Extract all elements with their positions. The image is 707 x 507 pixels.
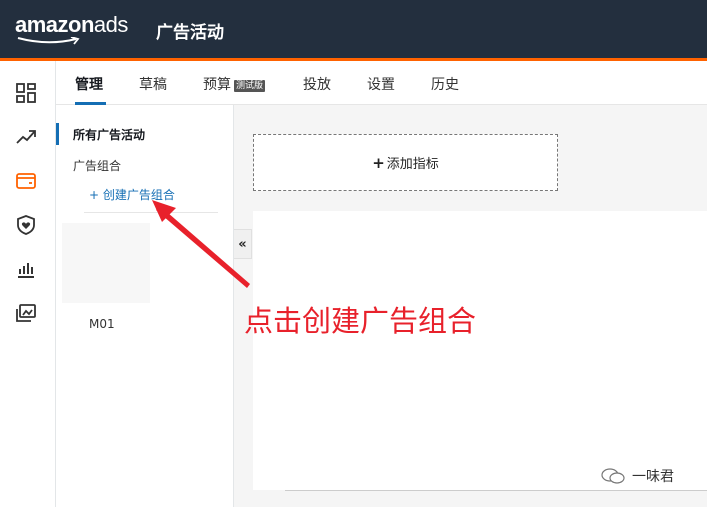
add-metric-button[interactable]: + 添加指标 [253,134,558,191]
create-ad-group-link[interactable]: + 创建广告组合 [89,186,175,203]
panel-active-indicator [56,123,59,145]
all-campaigns-link[interactable]: 所有广告活动 [73,126,145,143]
thumbnail-label: M01 [89,317,115,331]
tab-budgets[interactable]: 预算 测试版 [203,74,266,94]
campaign-icon[interactable] [14,169,38,193]
shield-heart-icon[interactable] [14,213,38,237]
tab-settings[interactable]: 设置 [367,74,395,94]
chart-card [253,211,707,490]
amazon-smile-icon [17,37,80,45]
bottom-divider [285,490,707,491]
watermark-text: 一味君 [632,469,674,485]
tab-bar: 管理 草稿 预算 测试版 投放 设置 历史 [56,61,707,105]
watermark: 一味君 [600,466,674,486]
panel-divider [84,212,218,213]
amazon-ads-logo[interactable]: amazonads [15,12,128,38]
tab-targeting[interactable]: 投放 [303,74,331,94]
collapse-panel-button[interactable]: « [234,229,252,259]
beta-badge: 测试版 [234,80,266,92]
plus-icon: + [372,153,385,172]
dashboard-icon[interactable] [14,81,38,105]
tab-drafts[interactable]: 草稿 [139,74,167,94]
trending-icon[interactable] [14,125,38,149]
left-icon-rail [0,61,56,507]
ad-groups-link[interactable]: 广告组合 [73,157,121,174]
media-library-icon[interactable] [14,301,38,325]
campaign-side-panel: 所有广告活动 广告组合 + 创建广告组合 M01 [56,105,234,507]
tab-history[interactable]: 历史 [431,74,459,94]
annotation-text: 点击创建广告组合 [244,304,477,338]
top-navigation-bar: amazonads 广告活动 [0,0,707,61]
tab-manage[interactable]: 管理 [75,74,103,94]
tab-budgets-label: 预算 [203,77,231,93]
page-title: 广告活动 [156,23,224,43]
add-metric-label: 添加指标 [386,157,439,172]
bar-chart-icon[interactable] [14,257,38,281]
thumbnail-placeholder [62,223,150,303]
wechat-icon [601,468,625,484]
